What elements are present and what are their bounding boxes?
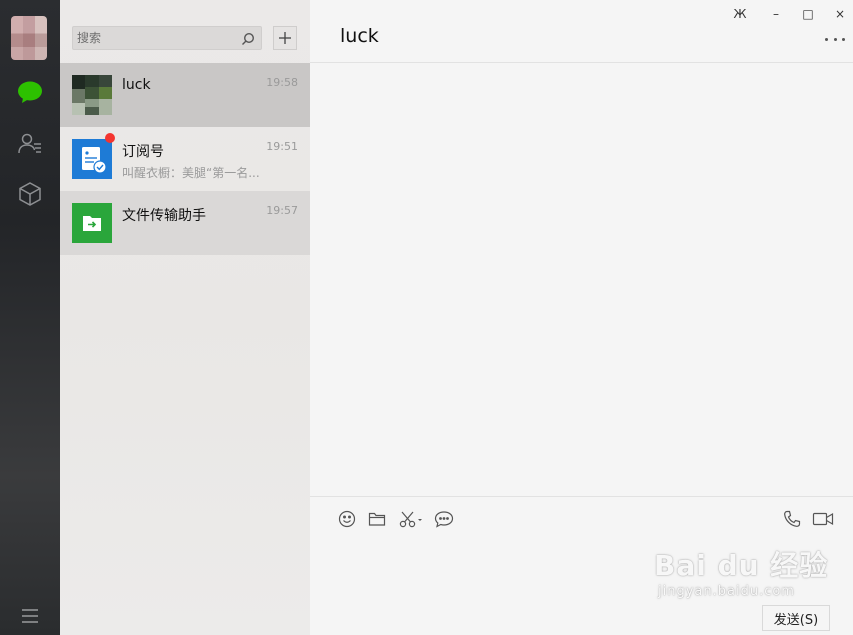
- add-button[interactable]: [273, 26, 297, 50]
- chat-item-luck[interactable]: luck 19:58: [60, 63, 310, 127]
- minimize-button[interactable]: –: [765, 4, 787, 24]
- more-options-button[interactable]: [825, 34, 845, 44]
- chat-time: 19:57: [266, 204, 298, 217]
- chat-item-file-transfer[interactable]: 文件传输助手 19:57: [60, 191, 310, 255]
- chat-name: 订阅号: [122, 144, 164, 160]
- emoji-icon[interactable]: [336, 509, 358, 529]
- chat-area: luck Ж – □ × 发送(S): [310, 0, 853, 635]
- avatar: [72, 75, 112, 115]
- baidu-watermark: Bai du 经验 jingyan.baidu.com: [654, 544, 828, 599]
- send-button[interactable]: 发送(S): [762, 605, 830, 631]
- favorites-icon[interactable]: [16, 180, 44, 208]
- chat-preview: 叫醒衣橱：美腿“第一名...: [122, 166, 260, 180]
- chat-item-subscriptions[interactable]: 订阅号 19:51 叫醒衣橱：美腿“第一名...: [60, 127, 310, 191]
- chat-title: luck: [340, 25, 379, 47]
- pin-window-button[interactable]: Ж: [729, 4, 751, 24]
- close-button[interactable]: ×: [827, 4, 853, 24]
- folder-icon[interactable]: [366, 509, 388, 529]
- chat-name: luck: [122, 77, 151, 93]
- chat-list-panel: luck 19:58 订阅号 19:51 叫醒衣橱：美腿“第一名...: [60, 0, 310, 635]
- message-area: [310, 64, 853, 496]
- file-transfer-icon: [72, 203, 112, 243]
- sidebar-rail: [0, 0, 60, 635]
- watermark-brand: Bai du 经验: [654, 549, 829, 582]
- chat-time: 19:58: [266, 76, 298, 89]
- chat-name: 文件传输助手: [122, 208, 206, 224]
- chat-history-icon[interactable]: [433, 509, 455, 529]
- search-input[interactable]: [77, 27, 237, 49]
- subscription-icon: [72, 139, 112, 179]
- contacts-icon[interactable]: [16, 130, 44, 158]
- maximize-button[interactable]: □: [797, 4, 819, 24]
- chat-time: 19:51: [266, 140, 298, 153]
- divider: [310, 496, 853, 497]
- menu-icon[interactable]: [16, 602, 44, 630]
- scissors-icon[interactable]: [398, 509, 426, 529]
- phone-icon[interactable]: [781, 509, 803, 529]
- search-icon[interactable]: [241, 31, 255, 45]
- video-icon[interactable]: [811, 509, 835, 529]
- unread-badge: [105, 133, 115, 143]
- watermark-url: jingyan.baidu.com: [658, 584, 795, 599]
- chat-icon[interactable]: [16, 78, 44, 106]
- search-box: [72, 26, 262, 50]
- user-avatar[interactable]: [11, 16, 47, 60]
